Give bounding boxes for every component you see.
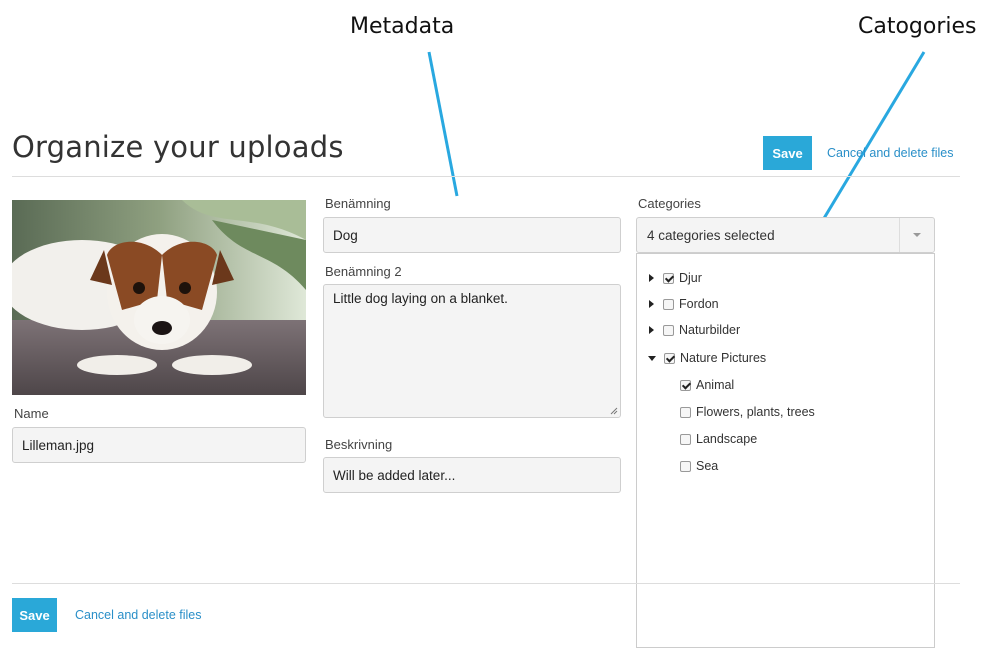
categories-selected-text: 4 categories selected (647, 227, 775, 243)
name-label: Name (14, 406, 49, 421)
checkbox-djur[interactable] (663, 272, 674, 284)
categories-dropdown: Djur Fordon Naturbilder Nature Pictures … (636, 253, 935, 648)
tree-item-djur[interactable]: Djur (649, 269, 702, 287)
checkbox-naturbilder[interactable] (663, 324, 674, 336)
tree-label-nature-pictures: Nature Pictures (680, 351, 767, 365)
categories-label: Categories (638, 196, 701, 211)
tree-item-flowers[interactable]: Flowers, plants, trees (680, 403, 815, 421)
tree-item-sea[interactable]: Sea (680, 457, 718, 475)
metadata-pointer-line (427, 51, 459, 197)
benamning-input[interactable]: Dog (323, 217, 621, 253)
tree-label-animal: Animal (696, 378, 735, 392)
save-button-top[interactable]: Save (763, 136, 812, 170)
tree-item-nature-pictures[interactable]: Nature Pictures (648, 349, 766, 367)
tree-label-djur: Djur (679, 271, 702, 285)
annotation-metadata: Metadata (350, 14, 455, 39)
header-divider (12, 176, 960, 177)
save-button-bottom[interactable]: Save (12, 598, 57, 632)
chevron-down-icon (913, 233, 921, 237)
tree-label-flowers: Flowers, plants, trees (696, 405, 815, 419)
tree-item-animal[interactable]: Animal (680, 376, 734, 394)
beskrivning-label: Beskrivning (325, 437, 393, 452)
dog-photo (12, 200, 306, 395)
triangle-right-icon[interactable] (649, 300, 654, 308)
tree-item-fordon[interactable]: Fordon (649, 295, 719, 313)
checkbox-animal[interactable] (680, 379, 691, 391)
beskrivning-input[interactable]: Will be added later... (323, 457, 621, 493)
benamning2-text: Little dog laying on a blanket. (333, 291, 508, 306)
categories-select[interactable]: 4 categories selected (636, 217, 935, 253)
tree-label-landscape: Landscape (696, 432, 758, 446)
cancel-delete-link-top[interactable]: Cancel and delete files (827, 146, 953, 160)
benamning-label: Benämning (325, 196, 391, 211)
benamning2-textarea[interactable]: Little dog laying on a blanket. (323, 284, 621, 418)
triangle-right-icon[interactable] (649, 326, 654, 334)
checkbox-nature-pictures[interactable] (664, 352, 675, 364)
cancel-delete-link-bottom[interactable]: Cancel and delete files (75, 608, 201, 622)
dropdown-toggle[interactable] (899, 218, 934, 252)
tree-label-fordon: Fordon (679, 297, 719, 311)
name-input[interactable]: Lilleman.jpg (12, 427, 306, 463)
checkbox-landscape[interactable] (680, 433, 691, 445)
tree-label-naturbilder: Naturbilder (679, 323, 741, 337)
tree-item-landscape[interactable]: Landscape (680, 430, 757, 448)
page-title: Organize your uploads (12, 130, 344, 164)
checkbox-fordon[interactable] (663, 298, 674, 310)
resize-handle-icon[interactable] (610, 407, 618, 415)
checkbox-flowers[interactable] (680, 406, 691, 418)
tree-label-sea: Sea (696, 459, 719, 473)
annotation-categories: Catogories (858, 14, 977, 39)
footer-divider (12, 583, 960, 584)
benamning2-label: Benämning 2 (325, 264, 402, 279)
triangle-right-icon[interactable] (649, 274, 654, 282)
triangle-down-icon[interactable] (648, 355, 656, 361)
checkbox-sea[interactable] (680, 460, 691, 472)
tree-item-naturbilder[interactable]: Naturbilder (649, 321, 740, 339)
